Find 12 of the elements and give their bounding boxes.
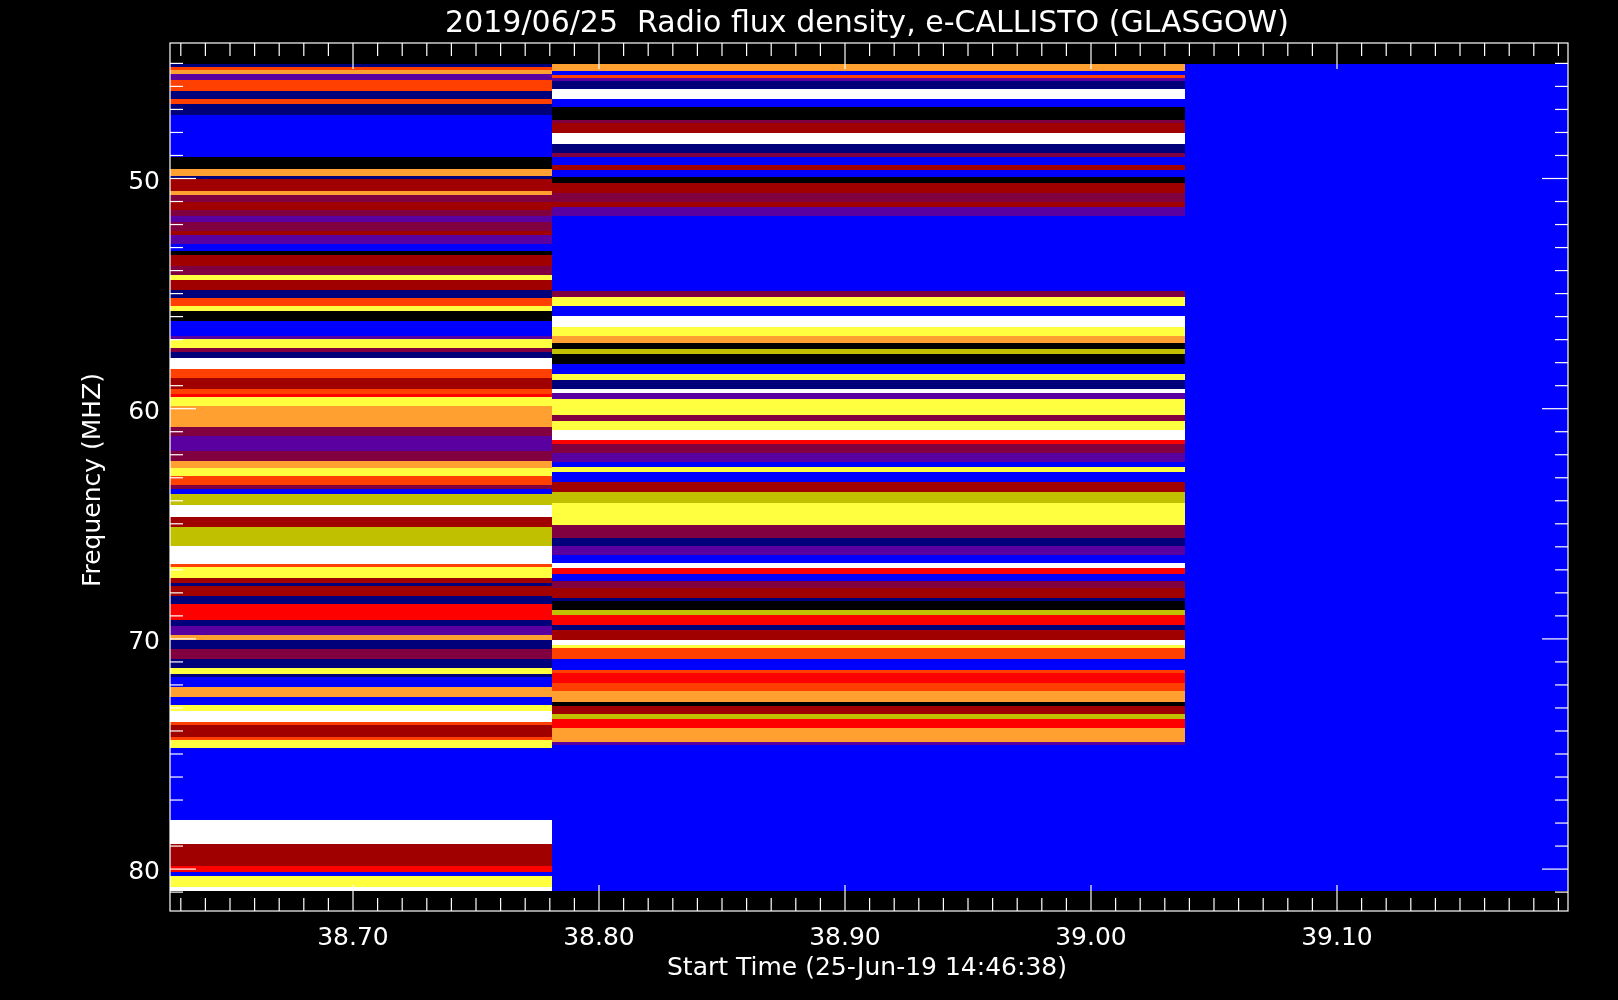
x-axis-label: Start Time (25-Jun-19 14:46:38)	[667, 952, 1067, 981]
y-tick-label: 50	[128, 165, 160, 195]
x-tick-label: 38.80	[563, 922, 635, 951]
y-axis-label: Frequency (MHZ)	[77, 372, 106, 588]
y-tick-label: 60	[128, 395, 160, 425]
x-tick-label: 38.90	[809, 922, 881, 951]
y-tick-label: 70	[128, 625, 160, 655]
plot-title: 2019/06/25 Radio flux density, e-CALLISTO (GLASGOW)	[445, 4, 1289, 39]
y-tick-label: 80	[128, 856, 160, 886]
x-tick-label: 39.10	[1301, 922, 1373, 951]
x-tick-label: 38.70	[317, 922, 389, 951]
x-tick-label: 39.00	[1055, 922, 1127, 951]
